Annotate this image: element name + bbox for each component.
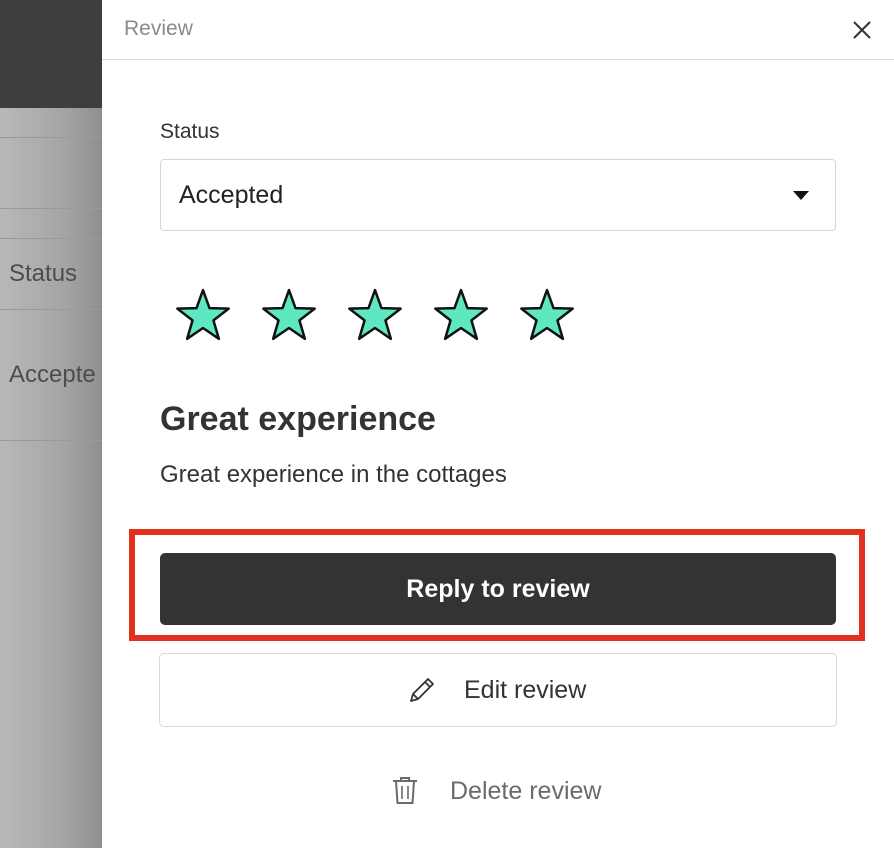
edit-review-label: Edit review [464,676,587,704]
review-title: Great experience [160,400,436,438]
edit-review-button[interactable]: Edit review [159,653,837,727]
background-divider [0,208,102,209]
drawer-title: Review [124,17,193,40]
drawer-header: Review [102,0,894,60]
delete-review-label: Delete review [450,777,602,805]
reply-to-review-button[interactable]: Reply to review [160,553,836,625]
star-icon [520,288,574,341]
background-header [0,0,102,108]
background-status-header: Status [9,260,78,287]
background-divider [0,440,102,441]
delete-review-button[interactable]: Delete review [372,762,632,818]
pencil-icon [410,678,434,702]
background-divider [0,309,102,310]
trash-icon [393,777,417,804]
star-rating [174,288,594,344]
star-icon [348,288,402,341]
close-button[interactable] [848,16,876,44]
background-status-value: Accepte [9,361,96,388]
status-label: Status [160,120,220,143]
chevron-down-icon [793,191,809,200]
background-divider [0,238,102,239]
background-divider [0,137,102,138]
star-icon [434,288,488,341]
close-icon [853,21,871,39]
status-select[interactable]: Accepted [160,159,836,231]
review-body: Great experience in the cottages [160,461,507,488]
star-icon [262,288,316,341]
status-selected-value: Accepted [179,181,284,209]
background-page: Status Accepte [0,0,102,848]
star-icon [176,288,230,341]
review-drawer: Review Status Accepted Great experience … [102,0,894,848]
